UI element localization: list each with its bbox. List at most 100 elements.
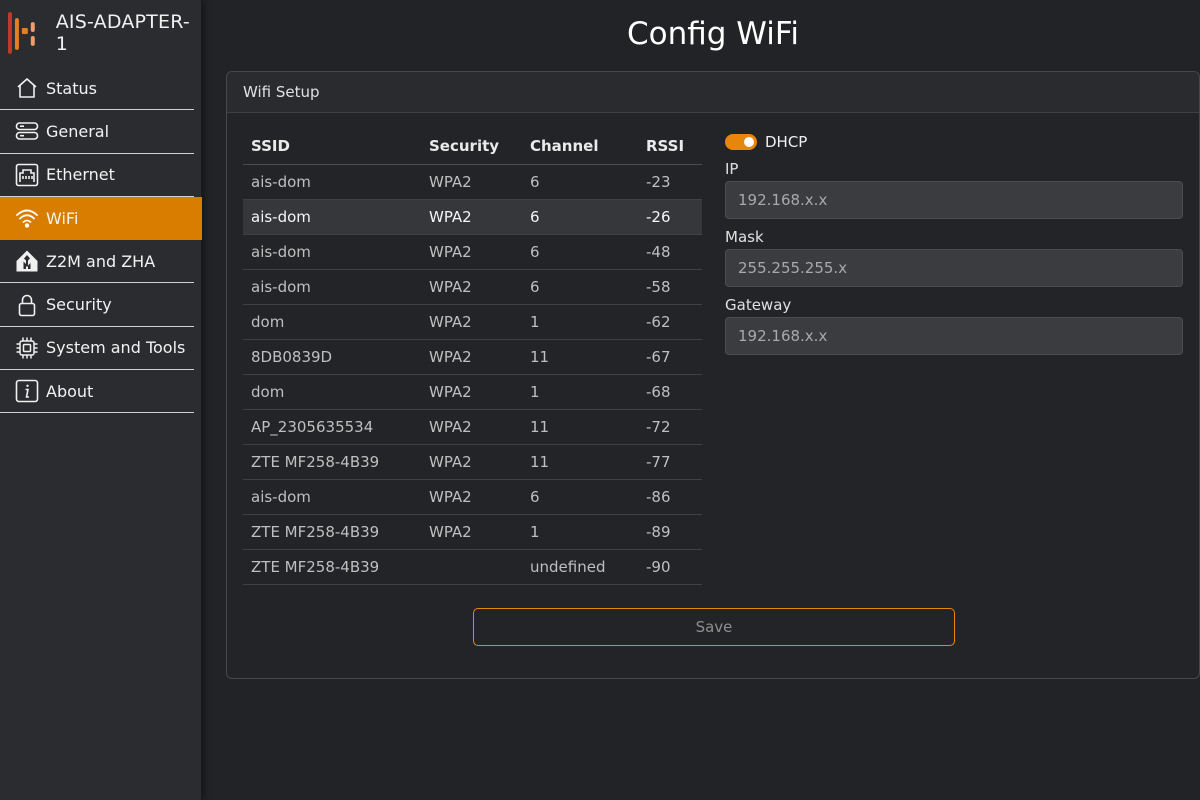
- page-title: Config WiFi: [626, 16, 800, 52]
- sidebar-item-label: Ethernet: [46, 165, 115, 185]
- cell-ssid: ais-dom: [243, 479, 421, 515]
- table-row[interactable]: ais-dom WPA2 6 -26: [243, 199, 702, 235]
- table-row[interactable]: ais-dom WPA2 6 -48: [243, 234, 702, 270]
- cell-rssi: -67: [638, 339, 702, 375]
- lock-icon: [14, 292, 40, 318]
- table-row[interactable]: dom WPA2 1 -68: [243, 374, 702, 410]
- table-row[interactable]: AP_2305635534 WPA2 11 -72: [243, 409, 702, 445]
- cell-ssid: AP_2305635534: [243, 409, 421, 445]
- cell-rssi: -90: [638, 549, 702, 585]
- cell-channel: 6: [522, 269, 638, 305]
- sidebar-item-status[interactable]: Status: [0, 67, 194, 111]
- cell-ssid: dom: [243, 304, 421, 340]
- table-row[interactable]: ZTE MF258-4B39 undefined -90: [243, 549, 702, 585]
- sidebar-item-label: WiFi: [46, 208, 79, 228]
- cell-channel: 6: [522, 479, 638, 515]
- wifi-icon: [14, 205, 40, 231]
- sidebar-item-system-tools[interactable]: System and Tools: [0, 327, 194, 371]
- cell-ssid: dom: [243, 374, 421, 410]
- sidebar-item-security[interactable]: Security: [0, 283, 194, 327]
- cell-security: WPA2: [421, 374, 522, 410]
- sidebar-item-label: Z2M and ZHA: [46, 251, 156, 271]
- dhcp-toggle[interactable]: [725, 134, 757, 150]
- cell-channel: 11: [522, 339, 638, 375]
- cpu-icon: [14, 335, 40, 361]
- column-header-ssid: SSID: [243, 129, 421, 165]
- sidebar-item-label: About: [46, 381, 94, 401]
- home-icon: [14, 75, 40, 101]
- table-header-row: SSID Security Channel RSSI: [243, 129, 702, 165]
- column-header-security: Security: [421, 129, 522, 165]
- cell-rssi: -23: [638, 164, 702, 200]
- cell-channel: 1: [522, 304, 638, 340]
- cell-channel: undefined: [522, 549, 638, 585]
- cell-ssid: ais-dom: [243, 199, 421, 235]
- cell-rssi: -26: [638, 199, 702, 235]
- sidebar-nav: Status General Ethernet WiFi Z2M and ZHA: [0, 67, 202, 414]
- sidebar-item-about[interactable]: About: [0, 370, 194, 414]
- table-row[interactable]: ZTE MF258-4B39 WPA2 11 -77: [243, 444, 702, 480]
- cell-security: WPA2: [421, 164, 522, 200]
- cell-security: WPA2: [421, 304, 522, 340]
- column-header-rssi: RSSI: [638, 129, 702, 165]
- sidebar-item-z2m-zha[interactable]: Z2M and ZHA: [0, 240, 194, 284]
- cell-rssi: -77: [638, 444, 702, 480]
- cell-ssid: ZTE MF258-4B39: [243, 444, 421, 480]
- cell-ssid: ais-dom: [243, 164, 421, 200]
- cell-channel: 6: [522, 199, 638, 235]
- ip-input[interactable]: [725, 181, 1183, 219]
- ethernet-icon: [14, 162, 40, 188]
- sidebar-item-label: System and Tools: [46, 338, 186, 358]
- table-row[interactable]: ais-dom WPA2 6 -86: [243, 479, 702, 515]
- cell-ssid: ZTE MF258-4B39: [243, 514, 421, 550]
- cell-security: WPA2: [421, 269, 522, 305]
- cell-security: WPA2: [421, 199, 522, 235]
- cell-channel: 1: [522, 514, 638, 550]
- server-icon: [14, 118, 40, 144]
- cell-rssi: -89: [638, 514, 702, 550]
- sidebar-item-general[interactable]: General: [0, 110, 194, 154]
- cell-ssid: ais-dom: [243, 269, 421, 305]
- mask-label: Mask: [725, 228, 764, 246]
- cell-rssi: -62: [638, 304, 702, 340]
- sidebar-item-label: Security: [46, 295, 112, 315]
- wifi-networks-table: SSID Security Channel RSSI ais-dom WPA2 6-…: [243, 129, 702, 585]
- table-row[interactable]: ais-dom WPA2 6 -23: [243, 164, 702, 200]
- cell-channel: 11: [522, 409, 638, 445]
- cell-security: WPA2: [421, 514, 522, 550]
- sidebar-item-wifi[interactable]: WiFi: [0, 196, 202, 241]
- mask-input[interactable]: [725, 249, 1183, 287]
- gateway-input[interactable]: [725, 317, 1183, 355]
- toggle-knob: [744, 137, 754, 147]
- card-title: Wifi Setup: [227, 72, 1199, 113]
- brand[interactable]: AIS-ADAPTER-1: [0, 0, 201, 66]
- ais-logo-icon: [7, 12, 35, 54]
- table-row[interactable]: dom WPA2 1 -62: [243, 304, 702, 340]
- cell-security: WPA2: [421, 234, 522, 270]
- wifi-setup-card: Wifi Setup SSID Security Channel RSSI ai…: [226, 71, 1200, 679]
- table-row[interactable]: 8DB0839D WPA2 11 -67: [243, 339, 702, 375]
- cell-security: WPA2: [421, 409, 522, 445]
- info-icon: [14, 378, 40, 404]
- table-row[interactable]: ZTE MF258-4B39 WPA2 1 -89: [243, 514, 702, 550]
- cell-channel: 6: [522, 234, 638, 270]
- cell-channel: 11: [522, 444, 638, 480]
- sidebar-item-label: General: [46, 121, 110, 141]
- cell-rssi: -58: [638, 269, 702, 305]
- cell-security: [421, 549, 522, 585]
- cell-security: WPA2: [421, 444, 522, 480]
- column-header-channel: Channel: [522, 129, 638, 165]
- dhcp-label: DHCP: [765, 133, 808, 151]
- sidebar-item-ethernet[interactable]: Ethernet: [0, 154, 194, 197]
- table-row[interactable]: ais-dom WPA2 6 -58: [243, 269, 702, 305]
- cell-rssi: -86: [638, 479, 702, 515]
- cell-ssid: ZTE MF258-4B39: [243, 549, 421, 585]
- cell-ssid: ais-dom: [243, 234, 421, 270]
- cell-channel: 6: [522, 164, 638, 200]
- home-assistant-icon: [14, 248, 40, 274]
- sidebar: AIS-ADAPTER-1 Status General Ethernet Wi…: [0, 0, 202, 800]
- cell-rssi: -72: [638, 409, 702, 445]
- save-button[interactable]: Save: [473, 608, 955, 646]
- ip-label: IP: [725, 160, 739, 178]
- cell-security: WPA2: [421, 479, 522, 515]
